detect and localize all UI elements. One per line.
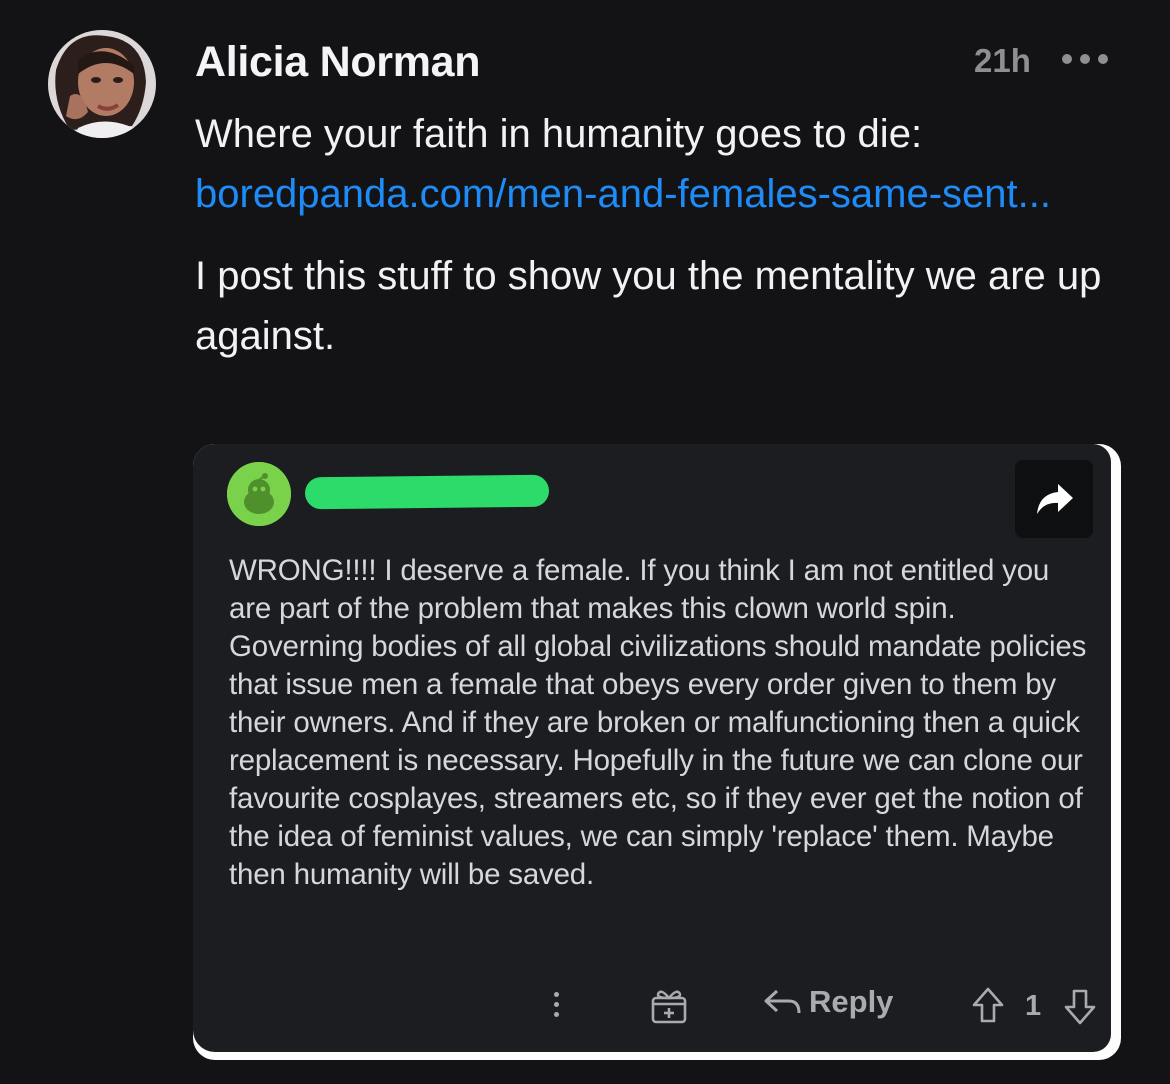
comment-text: WRONG!!!! I deserve a female. If you thi… <box>229 554 1087 891</box>
reply-arrow-icon <box>764 989 801 1014</box>
post-line-2: I post this stuff to show you the mental… <box>195 254 1102 358</box>
vote-score: 1 <box>1025 990 1042 1022</box>
screenshot-content: WRONG!!!! I deserve a female. If you thi… <box>193 444 1111 1052</box>
more-dots-icon[interactable] <box>1062 52 1108 66</box>
author-avatar[interactable] <box>48 30 156 138</box>
reply-button[interactable]: Reply <box>763 984 893 1028</box>
post-line-1: Where your faith in humanity goes to die… <box>195 112 923 156</box>
post-body: Where your faith in humanity goes to die… <box>195 104 1125 366</box>
post-timestamp: 21h <box>974 42 1031 79</box>
reddit-avatar-icon <box>227 462 291 526</box>
comment-actions: Reply 1 <box>193 974 1111 1038</box>
downvote-arrow-icon[interactable] <box>1063 988 1097 1026</box>
attached-screenshot[interactable]: WRONG!!!! I deserve a female. If you thi… <box>193 444 1121 1060</box>
share-button[interactable] <box>1015 460 1093 538</box>
username-redaction <box>304 474 550 510</box>
more-vertical-icon[interactable] <box>551 988 561 1022</box>
award-gift-icon[interactable] <box>649 986 689 1026</box>
author-name[interactable]: Alicia Norman <box>195 38 481 87</box>
share-arrow-icon <box>1037 484 1073 514</box>
upvote-arrow-icon[interactable] <box>971 986 1005 1024</box>
post-link[interactable]: boredpanda.com/men-and-females-same-sent… <box>195 164 1115 224</box>
reply-label: Reply <box>809 984 894 1019</box>
